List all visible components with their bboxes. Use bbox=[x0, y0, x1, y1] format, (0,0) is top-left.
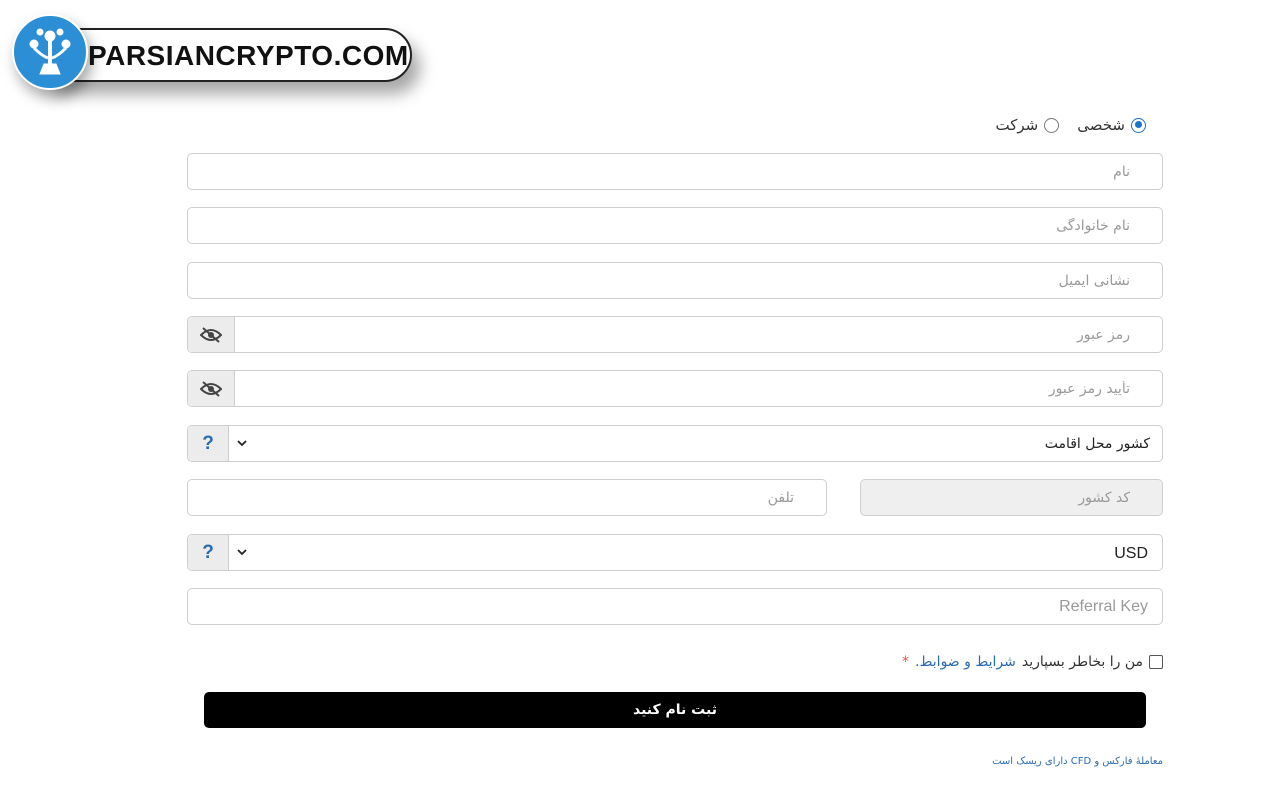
country-code-input[interactable] bbox=[861, 480, 1162, 515]
logo-text: PARSIANCRYPTO.COM bbox=[88, 40, 409, 71]
terms-checkbox[interactable] bbox=[1149, 655, 1163, 669]
required-mark: * bbox=[902, 654, 910, 670]
site-logo: PARSIANCRYPTO.COM bbox=[12, 14, 412, 94]
radio-personal-dot[interactable] bbox=[1131, 117, 1146, 133]
phone-field bbox=[187, 479, 827, 516]
first-name-field bbox=[186, 153, 1163, 190]
first-name-input[interactable] bbox=[186, 154, 1162, 189]
toggle-password-visibility[interactable] bbox=[188, 317, 235, 352]
eye-slash-icon bbox=[200, 380, 222, 397]
referral-field bbox=[186, 588, 1163, 625]
chevron-down-icon bbox=[237, 549, 247, 556]
country-select[interactable]: کشور محل اقامت ? bbox=[187, 425, 1163, 462]
radio-company[interactable]: شرکت bbox=[996, 116, 1060, 134]
radio-company-dot[interactable] bbox=[1044, 117, 1060, 133]
country-select-value: کشور محل اقامت bbox=[1044, 436, 1150, 452]
password-field bbox=[187, 316, 1163, 353]
last-name-field bbox=[186, 207, 1163, 244]
country-help-button[interactable]: ? bbox=[188, 426, 229, 461]
account-type-group: شخصی شرکت bbox=[996, 116, 1146, 134]
logo-tree-icon bbox=[12, 14, 88, 90]
email-field bbox=[186, 262, 1163, 299]
radio-company-label: شرکت bbox=[995, 116, 1039, 134]
currency-help-button[interactable]: ? bbox=[188, 535, 229, 570]
country-code-field bbox=[860, 479, 1163, 516]
email-input[interactable] bbox=[186, 263, 1162, 298]
confirm-password-field bbox=[187, 370, 1163, 407]
currency-select[interactable]: USD ? bbox=[187, 534, 1163, 571]
radio-personal[interactable]: شخصی bbox=[1077, 116, 1146, 134]
terms-row: من را بخاطر بسپارید شرایط و ضوابط. * bbox=[902, 654, 1163, 670]
referral-input[interactable] bbox=[186, 589, 1162, 624]
confirm-password-input[interactable] bbox=[234, 371, 1162, 406]
toggle-confirm-password-visibility[interactable] bbox=[188, 371, 235, 406]
terms-link[interactable]: شرایط و ضوابط. bbox=[915, 654, 1016, 670]
currency-select-value: USD bbox=[1114, 545, 1148, 562]
chevron-down-icon bbox=[237, 440, 247, 447]
risk-notice: معاملهٔ فارکس و CFD دارای ریسک است bbox=[992, 756, 1163, 767]
terms-prefix: من را بخاطر بسپارید bbox=[1021, 654, 1143, 670]
register-button[interactable]: ثبت نام کنید bbox=[204, 692, 1146, 728]
password-input[interactable] bbox=[234, 317, 1162, 352]
phone-input[interactable] bbox=[188, 480, 826, 515]
radio-personal-label: شخصی bbox=[1077, 116, 1125, 134]
eye-slash-icon bbox=[200, 326, 222, 343]
last-name-input[interactable] bbox=[186, 208, 1162, 243]
